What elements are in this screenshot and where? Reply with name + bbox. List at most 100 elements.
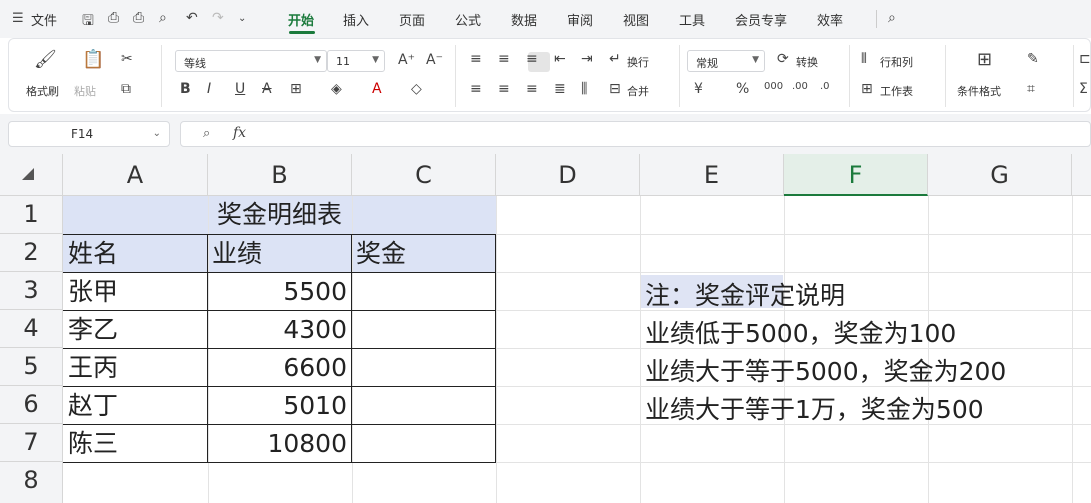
column-header-d[interactable]: D bbox=[496, 154, 640, 196]
name-box[interactable]: F14 ⌄ bbox=[8, 121, 170, 147]
row-header-6[interactable]: 6 bbox=[0, 386, 63, 424]
more-tools-icon[interactable]: ⊏ bbox=[1079, 51, 1091, 67]
cell-score[interactable]: 5500 bbox=[208, 273, 347, 310]
cell-score[interactable]: 10800 bbox=[208, 425, 347, 462]
wrap-text-button[interactable]: 换行 bbox=[627, 54, 649, 70]
tab-formula[interactable]: 公式 bbox=[455, 10, 481, 29]
align-top-icon[interactable]: ≡ bbox=[470, 51, 482, 67]
indent-increase-icon[interactable]: ⇥ bbox=[581, 51, 593, 67]
cell-name[interactable]: 张甲 bbox=[68, 273, 118, 310]
print-icon[interactable]: ⎙ bbox=[133, 10, 144, 26]
convert-icon[interactable]: ⟳ bbox=[777, 51, 789, 67]
header-name[interactable]: 姓名 bbox=[68, 235, 118, 272]
note-line[interactable]: 业绩低于5000，奖金为100 bbox=[645, 315, 956, 352]
column-header-f[interactable]: F bbox=[784, 154, 928, 196]
increase-font-icon[interactable]: A⁺ bbox=[398, 52, 415, 68]
conditional-format-button[interactable]: 条件格式 bbox=[957, 83, 1001, 99]
fill-color-icon[interactable]: ◈ bbox=[331, 81, 342, 97]
tab-member[interactable]: 会员专享 bbox=[735, 10, 787, 29]
row-header-7[interactable]: 7 bbox=[0, 424, 63, 462]
increase-decimal-icon[interactable]: .00 bbox=[792, 81, 808, 92]
note-line[interactable]: 业绩大于等于5000，奖金为200 bbox=[645, 353, 1006, 390]
percent-icon[interactable]: % bbox=[736, 81, 749, 97]
column-header-c[interactable]: C bbox=[352, 154, 496, 196]
paste-icon[interactable]: 📋 bbox=[82, 49, 104, 70]
cell-name[interactable]: 陈三 bbox=[68, 425, 118, 462]
file-menu[interactable]: 文件 bbox=[31, 10, 57, 29]
note-title[interactable]: 注：奖金评定说明 bbox=[645, 277, 845, 314]
zoom-formula-icon[interactable]: ⌕ bbox=[203, 126, 210, 141]
copy-icon[interactable]: ⧉ bbox=[121, 81, 131, 97]
indent-decrease-icon[interactable]: ⇤ bbox=[554, 51, 566, 67]
tab-page[interactable]: 页面 bbox=[399, 10, 425, 29]
search-icon[interactable]: ⌕ bbox=[888, 10, 896, 26]
row-header-2[interactable]: 2 bbox=[0, 234, 63, 272]
column-header-g[interactable]: G bbox=[928, 154, 1072, 196]
header-bonus[interactable]: 奖金 bbox=[356, 235, 406, 272]
format-painter-icon[interactable]: 🖌 bbox=[34, 49, 57, 70]
underline-icon[interactable]: U bbox=[235, 81, 245, 97]
tab-view[interactable]: 视图 bbox=[623, 10, 649, 29]
decrease-decimal-icon[interactable]: .0 bbox=[820, 81, 830, 92]
rows-cols-icon[interactable]: ⫴ bbox=[861, 51, 867, 67]
align-left-icon[interactable]: ≡ bbox=[470, 81, 482, 97]
note-line[interactable]: 业绩大于等于1万，奖金为500 bbox=[645, 391, 984, 428]
merge-cells-icon[interactable]: ⊟ bbox=[609, 81, 621, 97]
cell-score[interactable]: 5010 bbox=[208, 387, 347, 424]
tab-review[interactable]: 审阅 bbox=[567, 10, 593, 29]
tab-insert[interactable]: 插入 bbox=[343, 10, 369, 29]
table-title[interactable]: 奖金明细表 bbox=[63, 196, 496, 233]
border-icon[interactable]: ⊞ bbox=[290, 81, 302, 97]
cell-score[interactable]: 6600 bbox=[208, 349, 347, 386]
menu-icon[interactable]: ☰ bbox=[12, 11, 24, 26]
undo-icon[interactable]: ↶ bbox=[186, 10, 198, 26]
worksheet-button[interactable]: 工作表 bbox=[880, 83, 913, 99]
cell-score[interactable]: 4300 bbox=[208, 311, 347, 348]
tab-efficiency[interactable]: 效率 bbox=[817, 10, 843, 29]
tab-tools[interactable]: 工具 bbox=[679, 10, 705, 29]
cut-icon[interactable]: ✂ bbox=[121, 51, 133, 67]
row-header-1[interactable]: 1 bbox=[0, 196, 63, 234]
row-header-4[interactable]: 4 bbox=[0, 310, 63, 348]
column-header-e[interactable]: E bbox=[640, 154, 784, 196]
cell-name[interactable]: 李乙 bbox=[68, 311, 118, 348]
row-header-3[interactable]: 3 bbox=[0, 272, 63, 310]
cell-border-icon[interactable]: ⌗ bbox=[1027, 81, 1035, 97]
font-name-select[interactable]: 等线 ▼ bbox=[175, 50, 327, 72]
wrap-text-icon[interactable]: ↵ bbox=[609, 51, 621, 67]
clear-format-icon[interactable]: ◇ bbox=[411, 81, 422, 97]
column-header-a[interactable]: A bbox=[63, 154, 208, 196]
align-center-icon[interactable]: ≡ bbox=[498, 81, 510, 97]
tab-data[interactable]: 数据 bbox=[511, 10, 537, 29]
tab-home[interactable]: 开始 bbox=[288, 10, 314, 29]
distribute-icon[interactable]: ⫼ bbox=[581, 81, 587, 97]
row-header-8[interactable]: 8 bbox=[0, 462, 63, 503]
cell-name[interactable]: 王丙 bbox=[68, 349, 118, 386]
spreadsheet-grid[interactable]: A B C D E F G 1 2 3 4 5 6 7 8 奖金明细表 姓名 业… bbox=[0, 154, 1091, 503]
font-color-icon[interactable]: A bbox=[372, 81, 382, 97]
export-pdf-icon[interactable]: ⎙ bbox=[108, 10, 119, 26]
number-format-select[interactable]: 常规 ▼ bbox=[687, 50, 765, 72]
column-header-h[interactable] bbox=[1072, 154, 1091, 196]
column-header-b[interactable]: B bbox=[208, 154, 352, 196]
paste-button[interactable]: 粘贴 bbox=[74, 83, 96, 99]
thousands-icon[interactable]: 000 bbox=[764, 81, 783, 92]
align-right-icon[interactable]: ≡ bbox=[526, 81, 538, 97]
conditional-format-icon[interactable]: ⊞ bbox=[977, 49, 992, 70]
font-size-select[interactable]: 11 ▼ bbox=[327, 50, 385, 72]
worksheet-icon[interactable]: ⊞ bbox=[861, 81, 873, 97]
merge-cells-button[interactable]: 合并 bbox=[627, 83, 649, 99]
save-icon[interactable]: 🖫 bbox=[82, 10, 94, 34]
cell-style-icon[interactable]: ✎ bbox=[1027, 51, 1039, 67]
strikethrough-icon[interactable]: A bbox=[262, 81, 272, 97]
italic-icon[interactable]: I bbox=[207, 81, 211, 97]
redo-icon[interactable]: ↷ bbox=[212, 10, 224, 26]
align-middle-icon[interactable]: ≡ bbox=[498, 51, 510, 67]
fx-icon[interactable]: fx bbox=[233, 125, 246, 141]
quick-access-dropdown-icon[interactable]: ⌄ bbox=[238, 13, 246, 24]
sum-icon[interactable]: Σ bbox=[1079, 81, 1088, 97]
bold-icon[interactable]: B bbox=[180, 81, 191, 97]
decrease-font-icon[interactable]: A⁻ bbox=[426, 52, 443, 68]
formula-input[interactable]: ⌕ fx bbox=[180, 121, 1091, 147]
format-painter-button[interactable]: 格式刷 bbox=[26, 83, 59, 99]
